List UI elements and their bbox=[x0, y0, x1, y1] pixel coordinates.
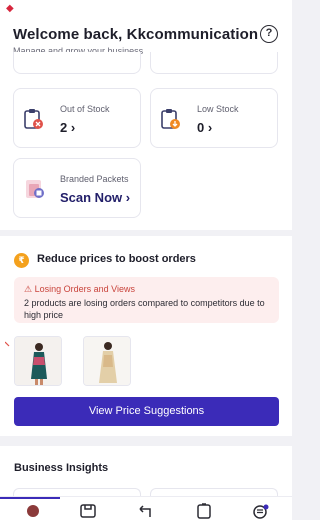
bottom-nav bbox=[0, 496, 292, 520]
out-of-stock-label: Out of Stock bbox=[60, 104, 110, 114]
scrolled-card-left[interactable] bbox=[13, 52, 141, 74]
scan-now-link[interactable]: Scan Now › bbox=[60, 190, 130, 205]
out-of-stock-card[interactable]: Out of Stock 2 › bbox=[13, 88, 141, 148]
alert-body: 2 products are losing orders compared to… bbox=[24, 298, 265, 320]
view-price-suggestions-button[interactable]: View Price Suggestions bbox=[14, 397, 279, 426]
packet-icon bbox=[26, 180, 44, 198]
section-divider bbox=[0, 436, 292, 446]
menu-icon[interactable] bbox=[252, 503, 270, 519]
orders-icon[interactable] bbox=[195, 503, 213, 519]
notification-icon: ◆ bbox=[6, 3, 14, 14]
low-stock-card[interactable]: Low Stock 0 › bbox=[150, 88, 278, 148]
product-thumbnail-partial[interactable] bbox=[5, 336, 11, 386]
rupee-icon: ₹ bbox=[14, 253, 29, 268]
branded-packets-card[interactable]: Branded Packets Scan Now › bbox=[13, 158, 141, 218]
home-icon[interactable] bbox=[24, 503, 42, 519]
status-bar: ◆ bbox=[0, 0, 292, 18]
product-image bbox=[84, 337, 130, 385]
price-section-title: Reduce prices to boost orders bbox=[37, 253, 196, 265]
business-insights-title: Business Insights bbox=[14, 462, 109, 474]
scrolled-card-right[interactable] bbox=[150, 52, 278, 74]
business-insights-section: Business Insights bbox=[0, 446, 292, 498]
price-drop-icon bbox=[5, 341, 10, 347]
help-icon[interactable]: ? bbox=[260, 25, 278, 43]
stock-section: Out of Stock 2 › Low Stock 0 › Branded P… bbox=[0, 52, 292, 230]
page-title: Welcome back, Kkcommunication bbox=[13, 26, 259, 43]
product-thumbnail[interactable] bbox=[83, 336, 131, 386]
losing-orders-alert: ⚠ Losing Orders and Views 2 products are… bbox=[14, 277, 279, 323]
product-thumbnail[interactable] bbox=[14, 336, 62, 386]
alert-title: ⚠ Losing Orders and Views bbox=[24, 284, 135, 294]
branded-packets-label: Branded Packets bbox=[60, 174, 129, 184]
clipboard-remove-icon bbox=[24, 109, 43, 129]
low-stock-label: Low Stock bbox=[197, 104, 239, 114]
product-image bbox=[15, 337, 61, 385]
returns-icon[interactable] bbox=[136, 503, 154, 519]
catalog-icon[interactable] bbox=[79, 503, 97, 519]
nav-active-indicator bbox=[0, 497, 60, 499]
clipboard-low-icon bbox=[161, 109, 180, 129]
out-of-stock-count: 2 › bbox=[60, 120, 76, 135]
price-section: ₹ Reduce prices to boost orders ⚠ Losing… bbox=[0, 236, 292, 436]
low-stock-count: 0 › bbox=[197, 120, 213, 135]
